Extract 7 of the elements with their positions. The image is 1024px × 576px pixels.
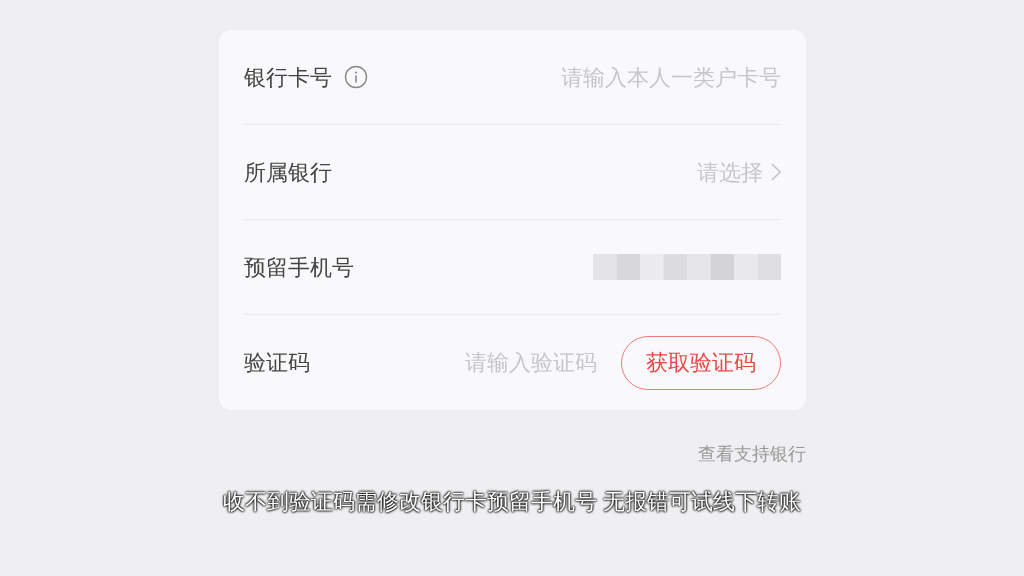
chevron-right-icon xyxy=(770,163,781,181)
field-label: 验证码 xyxy=(243,349,310,377)
field-label: 预留手机号 xyxy=(243,253,354,282)
field-label: 银行卡号 xyxy=(243,63,332,92)
subtitle: 收不到验证码需修改银行卡预留手机号 无报错可试线下转账 xyxy=(222,488,802,516)
supported-banks-link[interactable]: 查看支持银行 xyxy=(697,440,806,467)
field-label: 所属银行 xyxy=(243,158,332,187)
